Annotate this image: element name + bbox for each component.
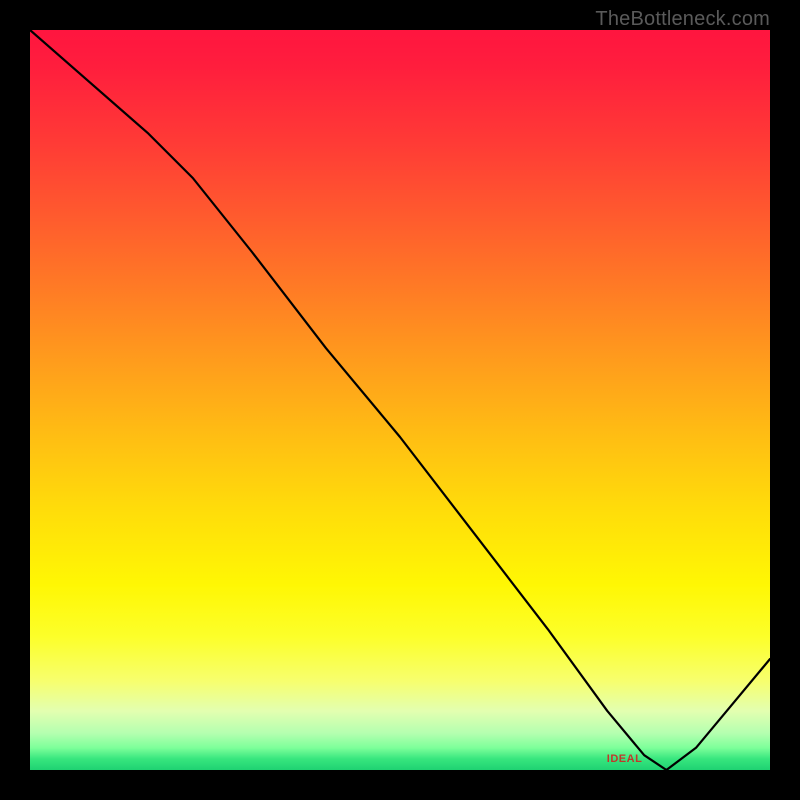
bottleneck-curve-path — [30, 30, 770, 770]
chart-stage: TheBottleneck.com IDEAL — [0, 0, 800, 800]
ideal-annotation: IDEAL — [607, 753, 643, 765]
bottleneck-line-plot — [30, 30, 770, 770]
watermark-text: TheBottleneck.com — [595, 8, 770, 31]
